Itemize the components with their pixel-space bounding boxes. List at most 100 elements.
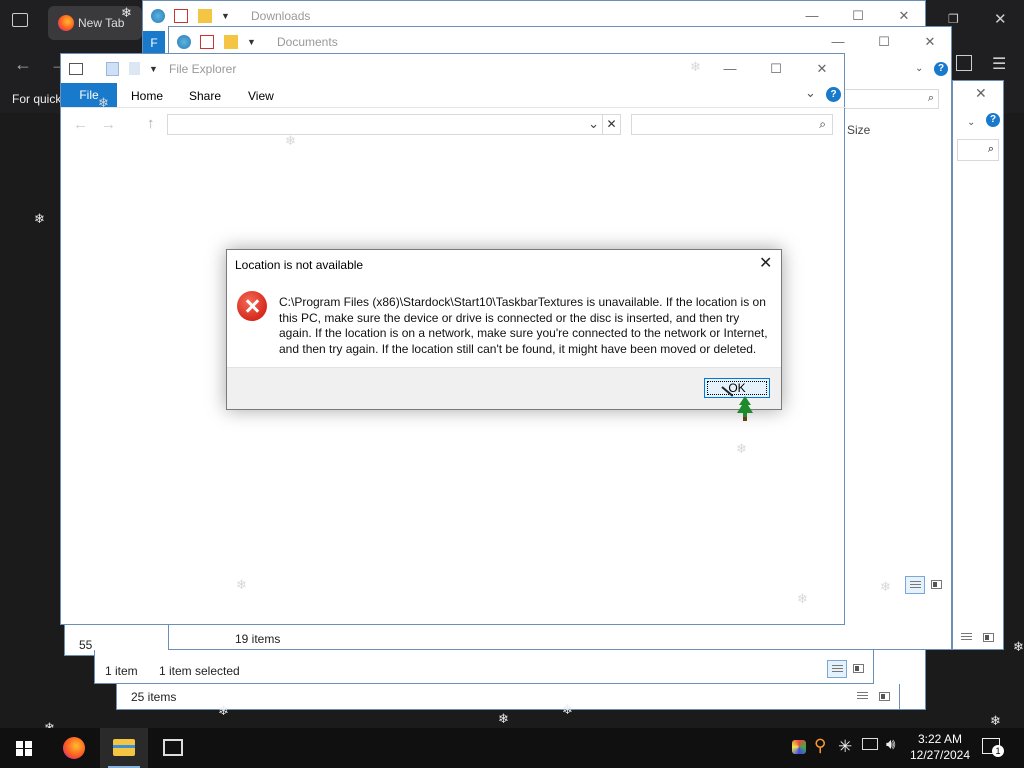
qa-dropdown-icon[interactable]: ▼ [149,64,158,74]
help-icon[interactable]: ? [934,62,948,76]
maximize-button[interactable]: ☐ [753,54,799,84]
app-window-icon [163,739,183,756]
quick-access-toolbar: ▼ [177,34,256,50]
large-icons-view-button[interactable] [849,660,869,678]
new-folder-icon[interactable] [197,8,212,23]
window-title: Downloads [251,9,311,23]
taskbar-start10[interactable] [150,728,198,768]
snowflake-icon: ❄ [34,211,45,226]
ok-button[interactable]: OK [704,378,770,398]
forward-arrow-icon[interactable]: → [101,116,116,133]
notification-icon[interactable]: 1 [982,738,1004,757]
new-folder-icon[interactable] [223,34,238,49]
back-arrow-icon[interactable]: ← [73,116,88,133]
restore-icon[interactable]: ❐ [948,12,959,26]
close-button[interactable]: ✕ [907,27,953,57]
ribbon-expand-icon[interactable]: ⌄ [805,85,816,101]
right-partial-window: ✕ ⌄ ? ⌕ [952,80,1004,650]
tab-overview-icon[interactable] [12,13,28,27]
dialog-message: C:\Program Files (x86)\Stardock\Start10\… [279,295,768,356]
tab-view[interactable]: View [248,89,274,103]
sidebar-text: For quick [12,92,62,106]
tray-app-icon[interactable] [792,740,806,754]
help-icon[interactable]: ? [986,113,1000,127]
tab-home[interactable]: Home [131,89,163,103]
taskbar-file-explorer[interactable] [100,728,148,768]
search-tray-icon[interactable]: ⚲ [814,736,826,756]
search-icon: ⌕ [819,117,826,131]
up-arrow-icon[interactable]: ↑ [147,115,155,132]
minimize-button[interactable]: — [707,54,753,84]
address-bar[interactable]: ⌄ [167,114,603,135]
close-button[interactable]: ✕ [975,85,987,102]
qa-dropdown-icon[interactable]: ▼ [247,37,256,47]
search-icon: ⌕ [987,143,994,155]
snowflake-icon: ❄ [236,577,247,592]
clear-address-icon[interactable]: ✕ [603,114,621,135]
tab-share[interactable]: Share [189,89,221,103]
taskbar-firefox[interactable] [50,728,98,768]
large-icons-view-button[interactable] [979,629,999,647]
snowflake-icon: ❄ [98,95,109,110]
checkbox-icon[interactable] [200,34,215,49]
snowflake-icon: ❄ [1013,639,1024,654]
menu-icon[interactable]: ☰ [992,54,1006,74]
large-icons-view-button[interactable] [875,688,895,706]
snowflake-icon: ❄ [121,5,132,20]
properties-icon[interactable] [151,8,165,23]
dialog-title: Location is not available [235,258,364,272]
status-item-count: 55 [79,638,93,652]
christmas-tree-icon [737,396,753,421]
error-dialog: Location is not available ✕ C:\Program F… [226,249,782,410]
back-arrow-icon[interactable]: ← [14,54,32,75]
help-icon[interactable]: ? [826,87,841,102]
close-browser-icon[interactable]: ✕ [994,10,1007,28]
clock[interactable]: 3:22 AM 12/27/2024 [904,731,976,763]
close-button[interactable]: ✕ [799,54,845,84]
properties-icon[interactable] [177,34,191,49]
snowflake-icon: ❄ [736,441,747,456]
window-title: File Explorer [169,62,237,76]
snowflake-icon: ❄ [690,59,701,74]
close-icon[interactable]: ✕ [759,253,772,273]
volume-icon[interactable]: 🔊︎ [886,736,895,753]
search-box[interactable]: ⌕ [843,89,939,109]
clock-time: 3:22 AM [917,732,963,746]
snowflake-icon: ❄ [498,711,509,726]
maximize-button[interactable]: ☐ [861,27,907,57]
ribbon-expand-icon[interactable]: ⌄ [915,63,923,74]
snowflake-icon: ❄ [990,713,1001,728]
new-folder-icon[interactable] [128,62,140,76]
checkbox-icon[interactable] [174,8,189,23]
network-icon[interactable] [862,738,878,750]
address-dropdown-icon[interactable]: ⌄ [588,116,599,132]
details-view-button[interactable] [957,629,977,647]
error-icon [237,291,267,321]
search-box[interactable]: ⌕ [631,114,833,135]
details-view-button[interactable] [827,660,847,678]
dialog-footer: OK [227,367,781,409]
snow-tray-icon[interactable]: ✳ [838,737,852,757]
snowflake-icon: ❄ [880,579,891,594]
snowflake-icon: ❄ [797,591,808,606]
search-icon: ⌕ [927,92,934,104]
details-view-button[interactable] [905,576,925,594]
status-item-count: 19 items [235,632,281,646]
snowflake-icon: ❄ [562,702,573,717]
column-header-size[interactable]: Size [847,123,870,137]
windows-icon [16,741,32,756]
qa-dropdown-icon[interactable]: ▼ [221,11,230,21]
details-view-button[interactable] [853,688,873,706]
start-button[interactable] [0,728,48,768]
search-box[interactable]: ⌕ [957,139,999,161]
large-icons-view-button[interactable] [927,576,947,594]
status-selected-count: 1 item selected [159,664,240,678]
notification-count: 1 [992,745,1004,757]
extensions-icon[interactable] [956,55,972,71]
properties-icon[interactable] [106,61,120,76]
ribbon-expand-icon[interactable]: ⌄ [967,117,975,128]
folder-band [113,745,135,748]
file-tab-partial[interactable]: F [143,31,165,55]
file-explorer-titlebar: ▼ File Explorer — ☐ ✕ [61,54,844,84]
tab-label: New Tab [78,16,125,30]
